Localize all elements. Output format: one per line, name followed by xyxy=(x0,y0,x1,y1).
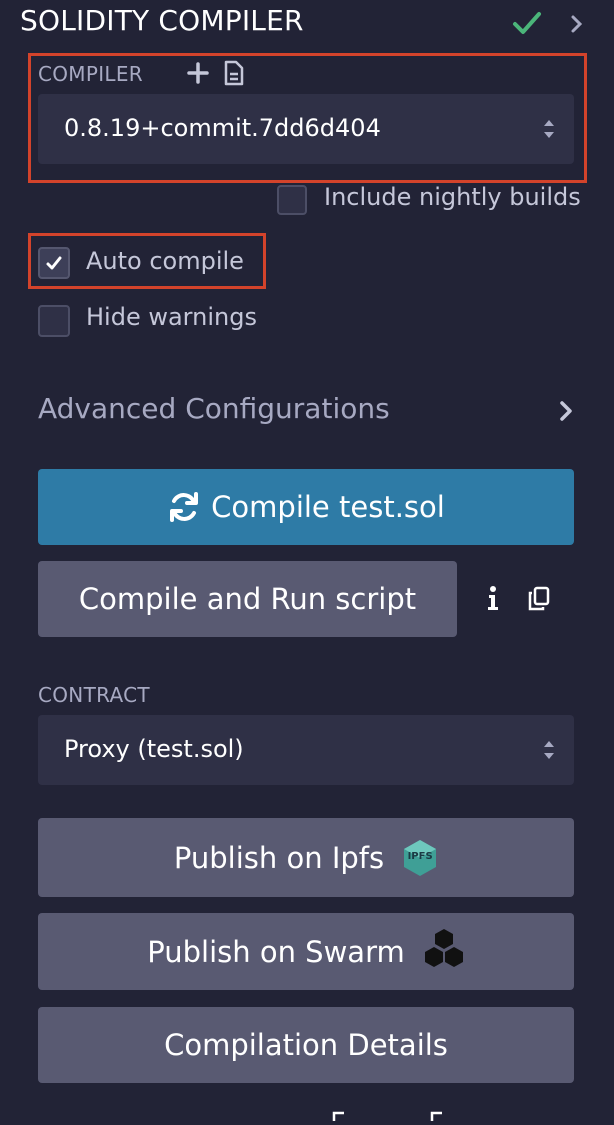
compiler-version-value: 0.8.19+commit.7dd6d404 xyxy=(64,114,381,142)
publish-ipfs-button[interactable]: Publish on Ipfs IPFS xyxy=(38,818,574,897)
select-arrows-icon xyxy=(542,116,556,146)
checkmark-icon xyxy=(512,10,542,40)
publish-ipfs-label: Publish on Ipfs xyxy=(173,840,385,875)
nightly-builds-label: Include nightly builds xyxy=(324,183,581,211)
publish-swarm-button[interactable]: Publish on Swarm xyxy=(38,913,574,990)
checkbox-check-icon xyxy=(46,256,62,270)
contract-value: Proxy (test.sol) xyxy=(64,735,244,763)
compilation-details-button[interactable]: Compilation Details xyxy=(38,1007,574,1083)
auto-compile-checkbox[interactable] xyxy=(38,247,70,279)
chevron-right-icon[interactable] xyxy=(558,400,574,426)
select-arrows-icon xyxy=(542,737,556,767)
contract-select[interactable]: Proxy (test.sol) xyxy=(38,715,574,785)
auto-compile-label: Auto compile xyxy=(86,247,244,275)
compiler-version-select[interactable]: 0.8.19+commit.7dd6d404 xyxy=(38,94,574,164)
nightly-builds-checkbox[interactable] xyxy=(277,185,307,215)
hide-warnings-checkbox[interactable] xyxy=(38,305,70,337)
copy-icon[interactable] xyxy=(527,586,551,616)
publish-swarm-label: Publish on Swarm xyxy=(147,934,405,969)
swarm-logo-icon xyxy=(423,927,465,976)
ipfs-logo-icon: IPFS xyxy=(402,838,438,878)
panel-title: SOLIDITY COMPILER xyxy=(20,4,304,37)
hide-warnings-label: Hide warnings xyxy=(86,303,257,331)
compilation-details-label: Compilation Details xyxy=(164,1028,448,1062)
ipfs-badge-text: IPFS xyxy=(407,850,433,862)
compile-and-run-button[interactable]: Compile and Run script xyxy=(38,561,457,637)
compile-button-label: Compile test.sol xyxy=(211,490,445,524)
chevron-right-icon[interactable] xyxy=(570,14,584,38)
contract-label: CONTRACT xyxy=(38,683,150,707)
compile-button[interactable]: Compile test.sol xyxy=(38,469,574,545)
compile-and-run-label: Compile and Run script xyxy=(78,582,417,616)
info-icon[interactable] xyxy=(487,585,499,615)
advanced-configurations-toggle[interactable]: Advanced Configurations xyxy=(38,392,390,425)
refresh-icon xyxy=(170,492,199,522)
